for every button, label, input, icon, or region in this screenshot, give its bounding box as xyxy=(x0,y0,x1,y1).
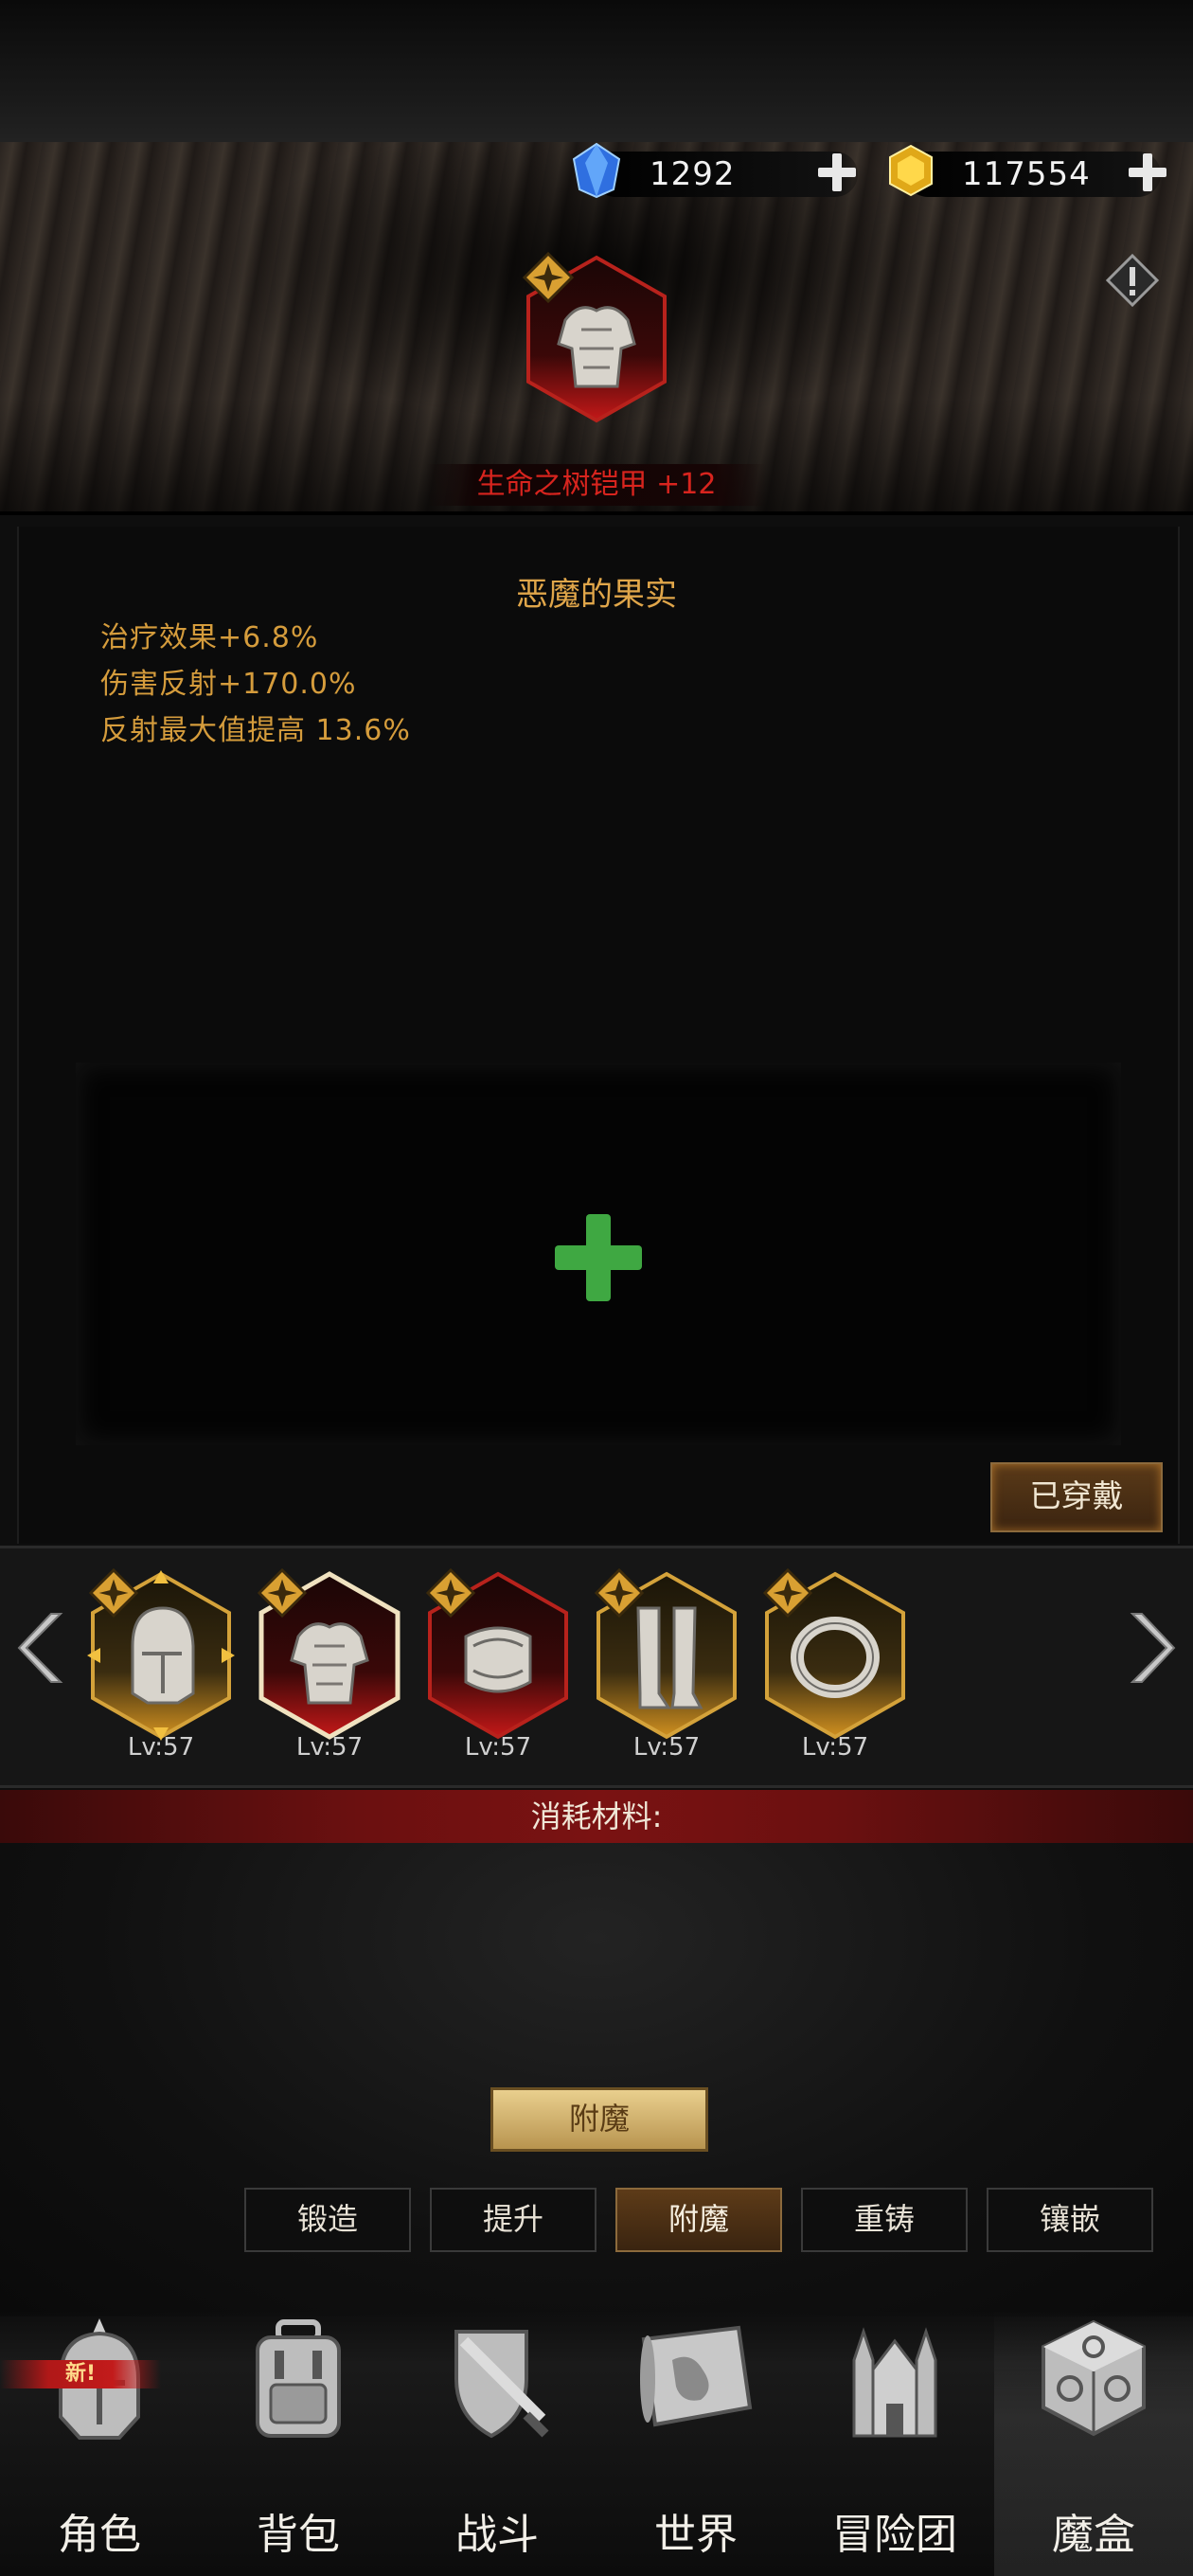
add-enchant-icon[interactable] xyxy=(555,1214,642,1301)
castle-icon xyxy=(852,2327,937,2438)
stat-line: 反射最大值提高 13.6% xyxy=(100,714,411,747)
nav-label: 战斗 xyxy=(455,2511,539,2559)
gold-counter: 117554 xyxy=(905,152,1161,197)
quality-star-icon xyxy=(89,1568,138,1618)
equipped-button[interactable]: 已穿戴 xyxy=(990,1462,1163,1532)
tab-enchant[interactable]: 附魔 xyxy=(615,2188,782,2252)
quality-star-icon xyxy=(763,1568,812,1618)
item-name: 生命之树铠甲 +12 xyxy=(426,464,767,506)
battle-sword-shield-icon xyxy=(454,2330,549,2439)
magic-box-icon xyxy=(1042,2319,1146,2437)
equip-level: Lv:57 xyxy=(801,1733,869,1762)
diamond-value: 1292 xyxy=(650,155,736,193)
nav-label: 角色 xyxy=(58,2511,141,2559)
nav-backpack[interactable]: 背包 xyxy=(199,2311,398,2576)
quality-star-icon xyxy=(595,1568,644,1618)
quality-star-icon xyxy=(258,1568,307,1618)
materials-header: 消耗材料: xyxy=(0,1790,1193,1843)
nav-label: 世界 xyxy=(654,2511,738,2559)
tab-reforge[interactable]: 重铸 xyxy=(801,2188,968,2252)
equip-level: Lv:57 xyxy=(127,1733,195,1762)
nav-character[interactable]: 角色 xyxy=(0,2311,199,2576)
enchant-button[interactable]: 附魔 xyxy=(490,2087,708,2152)
quality-star-icon xyxy=(523,252,574,303)
nav-label: 魔盒 xyxy=(1052,2511,1135,2559)
add-gold-button[interactable] xyxy=(1129,153,1166,191)
stat-line: 治疗效果+6.8% xyxy=(100,621,319,654)
tab-inlay[interactable]: 镶嵌 xyxy=(987,2188,1153,2252)
equip-level: Lv:57 xyxy=(632,1733,701,1762)
tab-upgrade[interactable]: 提升 xyxy=(430,2188,596,2252)
arrow-left-icon[interactable] xyxy=(13,1610,70,1686)
nav-magic-box[interactable]: 魔盒 xyxy=(994,2311,1193,2576)
status-area xyxy=(0,0,1193,142)
nav-label: 冒险团 xyxy=(832,2511,957,2559)
info-icon[interactable] xyxy=(1106,254,1159,307)
arrow-right-icon[interactable] xyxy=(1123,1610,1180,1686)
stat-line: 伤害反射+170.0% xyxy=(100,668,357,701)
nav-adventure-group[interactable]: 冒险团 xyxy=(795,2311,994,2576)
new-badge: 新! xyxy=(0,2360,161,2388)
nav-battle[interactable]: 战斗 xyxy=(398,2311,596,2576)
nav-world[interactable]: 世界 xyxy=(596,2311,795,2576)
world-map-icon xyxy=(640,2325,753,2427)
add-diamonds-button[interactable] xyxy=(818,153,856,191)
nav-label: 背包 xyxy=(257,2511,340,2559)
equip-level: Lv:57 xyxy=(464,1733,532,1762)
gold-value: 117554 xyxy=(962,155,1091,193)
tab-forge[interactable]: 锻造 xyxy=(244,2188,411,2252)
diamond-icon xyxy=(572,142,621,199)
enchant-title: 恶魔的果实 xyxy=(516,576,677,614)
backpack-icon xyxy=(256,2319,341,2438)
gold-gem-icon xyxy=(889,144,933,197)
equip-level: Lv:57 xyxy=(295,1733,364,1762)
quality-star-icon xyxy=(426,1568,475,1618)
